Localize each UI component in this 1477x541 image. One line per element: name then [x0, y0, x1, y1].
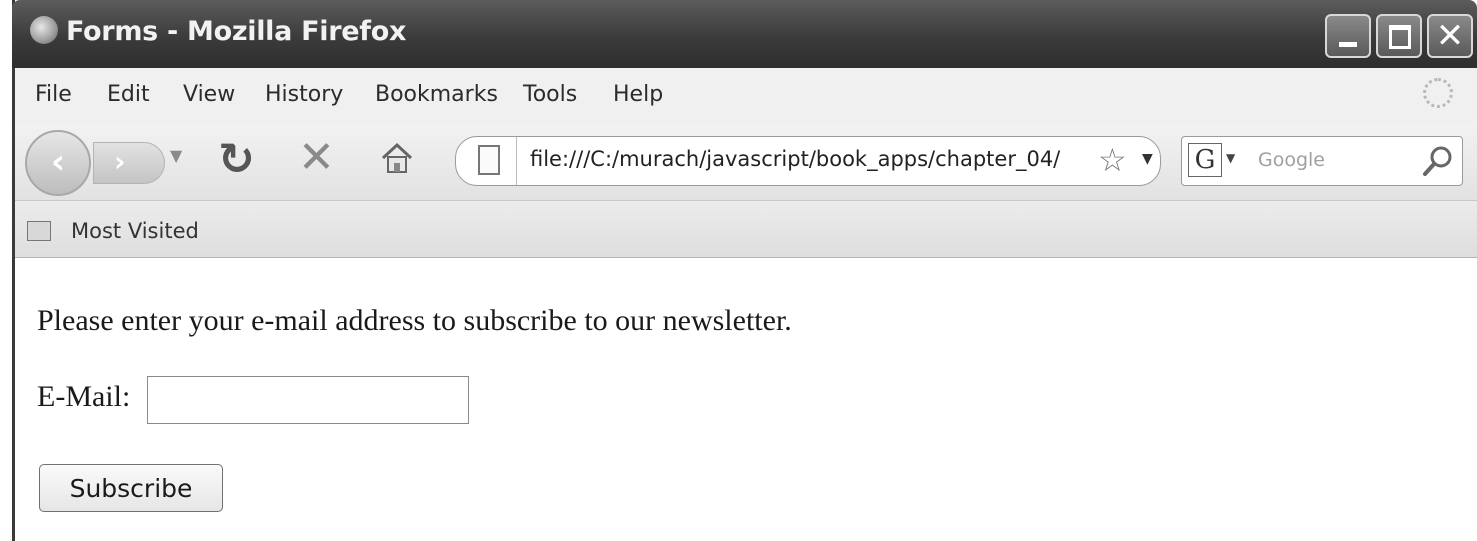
activity-throbber-icon — [1423, 78, 1453, 108]
bookmark-most-visited[interactable]: Most Visited — [71, 219, 199, 243]
bookmark-star-icon[interactable]: ☆ — [1098, 141, 1127, 179]
menu-edit[interactable]: Edit — [107, 82, 150, 107]
most-visited-icon — [27, 221, 51, 241]
engine-dropdown-icon[interactable]: ▼ — [1226, 151, 1235, 165]
back-button[interactable]: ‹ — [25, 130, 91, 196]
menu-history[interactable]: History — [265, 82, 343, 107]
menu-tools[interactable]: Tools — [523, 82, 577, 107]
subscribe-button[interactable]: Subscribe — [39, 464, 223, 512]
intro-text: Please enter your e-mail address to subs… — [37, 304, 792, 337]
page-icon — [478, 145, 500, 175]
bookmarks-toolbar: Most Visited — [15, 201, 1477, 258]
reload-button[interactable]: ↻ — [218, 134, 255, 185]
search-engine-google-icon[interactable]: G — [1188, 143, 1222, 177]
title-bar[interactable]: Forms - Mozilla Firefox ✕ — [12, 0, 1477, 68]
url-separator — [516, 137, 517, 185]
browser-window: Forms - Mozilla Firefox ✕ File Edit View… — [12, 0, 1477, 541]
url-text[interactable]: file:///C:/murach/javascript/book_apps/c… — [530, 147, 1098, 171]
email-label: E-Mail: — [37, 380, 131, 413]
url-bar[interactable]: file:///C:/murach/javascript/book_apps/c… — [455, 136, 1161, 186]
back-arrow-icon: ‹ — [50, 142, 65, 182]
close-icon: ✕ — [1435, 16, 1465, 56]
search-box[interactable]: G ▼ — [1181, 136, 1463, 186]
forward-button[interactable]: › — [93, 142, 165, 184]
search-input[interactable] — [1258, 149, 1418, 171]
minimize-button[interactable] — [1325, 14, 1371, 58]
menu-file[interactable]: File — [35, 82, 72, 107]
maximize-button[interactable] — [1376, 14, 1422, 58]
menu-bookmarks[interactable]: Bookmarks — [375, 82, 498, 107]
forward-arrow-icon: › — [114, 145, 126, 178]
window-title: Forms - Mozilla Firefox — [66, 16, 407, 47]
firefox-logo-icon — [30, 16, 58, 44]
menu-help[interactable]: Help — [613, 82, 663, 107]
menu-view[interactable]: View — [183, 82, 235, 107]
navigation-toolbar: ‹ › ▼ ↻ ✕ file:///C:/murach/javascript/b… — [15, 124, 1477, 201]
search-icon[interactable] — [1420, 143, 1456, 179]
stop-button[interactable]: ✕ — [298, 132, 335, 183]
close-button[interactable]: ✕ — [1427, 14, 1473, 58]
page-content: Please enter your e-mail address to subs… — [15, 258, 1477, 541]
url-dropdown-icon[interactable]: ▼ — [1142, 151, 1153, 167]
menu-bar: File Edit View History Bookmarks Tools H… — [15, 68, 1477, 124]
home-button[interactable] — [377, 138, 417, 178]
email-field[interactable] — [147, 376, 469, 424]
history-dropdown-icon[interactable]: ▼ — [170, 146, 182, 165]
